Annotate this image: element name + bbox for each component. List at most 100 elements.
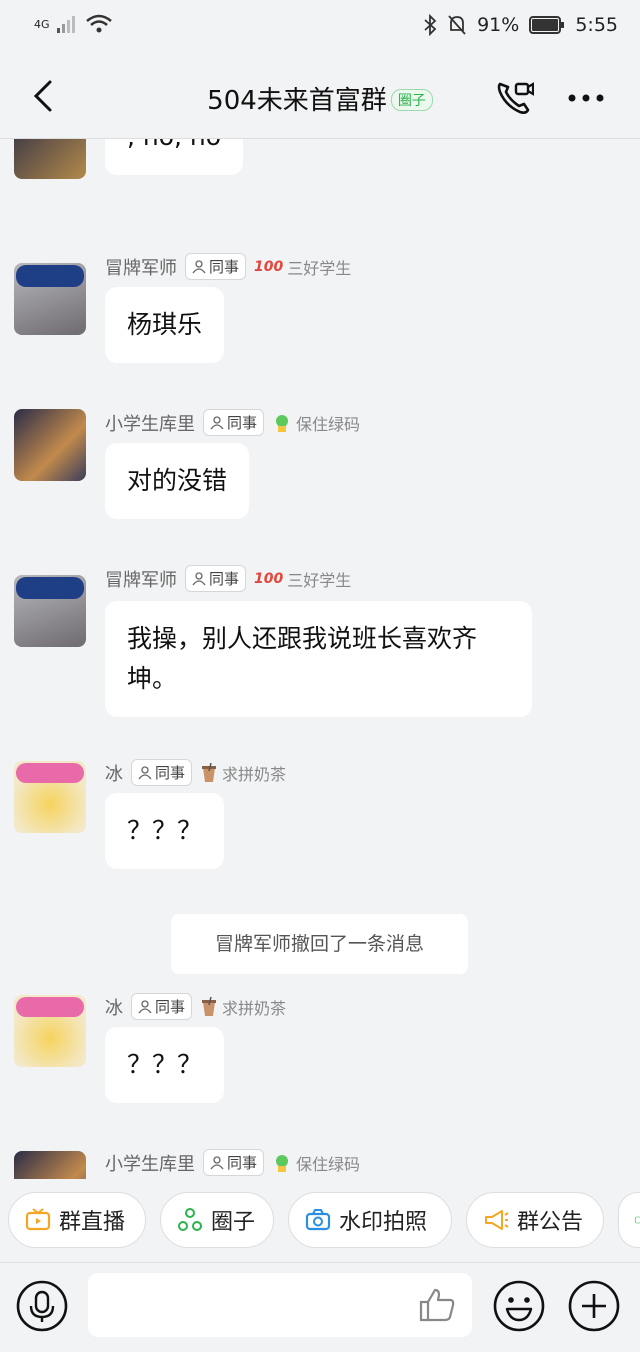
group-name: 504未来首富群 bbox=[207, 86, 387, 116]
plus-icon[interactable] bbox=[567, 1279, 621, 1333]
avatar[interactable] bbox=[14, 995, 86, 1067]
circle-icon bbox=[178, 1208, 202, 1231]
sender-name[interactable]: 小学生库里 bbox=[105, 410, 195, 436]
message-text: ？？？ bbox=[127, 816, 203, 845]
badge-label: 同事 bbox=[209, 258, 240, 276]
sender-meta: 冒牌军师 同事 100 三好学生 bbox=[105, 565, 351, 592]
coworker-badge: 同事 bbox=[185, 253, 247, 280]
avatar[interactable] bbox=[14, 761, 86, 833]
honor-title: 100 三好学生 bbox=[254, 255, 351, 279]
honor-title: 保住绿码 bbox=[272, 1151, 360, 1175]
avatar-sticker bbox=[16, 265, 84, 287]
hundred-points-icon: 100 bbox=[254, 570, 284, 587]
badge-label: 同事 bbox=[155, 998, 186, 1016]
avatar[interactable] bbox=[14, 575, 86, 647]
mute-bell-icon bbox=[448, 15, 466, 35]
network-label: 4G bbox=[34, 17, 50, 31]
chat-area[interactable]: , no, no 冒牌军师 同事 100 三好学生 杨琪乐 小学生库里 bbox=[0, 139, 640, 1179]
message-text: , no, no bbox=[127, 139, 221, 151]
quick-action-label: 群公告 bbox=[517, 1210, 584, 1235]
quick-action-label: 群直播 bbox=[59, 1210, 126, 1235]
honor-label: 三好学生 bbox=[287, 570, 352, 590]
avatar[interactable] bbox=[14, 263, 86, 335]
sender-name[interactable]: 冰 bbox=[105, 994, 123, 1020]
message-bubble[interactable]: ？？？ bbox=[105, 793, 225, 869]
video-call-icon[interactable] bbox=[494, 78, 534, 118]
badge-label: 同事 bbox=[227, 1154, 258, 1172]
honor-title: 100 三好学生 bbox=[254, 567, 351, 591]
sender-meta: 小学生库里 同事 保住绿码 bbox=[105, 1149, 360, 1176]
sender-name[interactable]: 冒牌军师 bbox=[105, 254, 177, 280]
message-bubble[interactable]: 对的没错 bbox=[105, 443, 250, 519]
honor-label: 保住绿码 bbox=[296, 414, 361, 434]
chat-header: 504未来首富群 圈子 bbox=[0, 56, 640, 139]
battery-icon bbox=[529, 16, 565, 34]
voice-icon[interactable] bbox=[15, 1279, 69, 1333]
coworker-icon bbox=[192, 259, 206, 273]
signal-area: 4G bbox=[34, 14, 112, 34]
recall-notice: 冒牌军师撤回了一条消息 bbox=[171, 914, 468, 974]
message-bubble[interactable]: 杨琪乐 bbox=[105, 287, 225, 363]
honor-label: 三好学生 bbox=[287, 258, 352, 278]
honor-label: 求拼奶茶 bbox=[222, 998, 287, 1018]
badge-label: 同事 bbox=[227, 414, 258, 432]
battery-percent: 91% bbox=[477, 14, 520, 36]
honor-title: 求拼奶茶 bbox=[200, 761, 286, 785]
clock: 5:55 bbox=[575, 14, 618, 36]
coworker-badge: 同事 bbox=[131, 993, 193, 1020]
wifi-icon bbox=[85, 14, 112, 33]
avatar-sticker bbox=[16, 763, 84, 783]
honor-label: 保住绿码 bbox=[296, 1154, 361, 1174]
sender-meta: 冰 同事 求拼奶茶 bbox=[105, 993, 286, 1020]
circle-tag[interactable]: 圈子 bbox=[390, 89, 433, 111]
thumbs-up-icon[interactable] bbox=[418, 1287, 456, 1323]
bluetooth-icon bbox=[424, 14, 437, 36]
coworker-badge: 同事 bbox=[203, 409, 265, 436]
megaphone-icon bbox=[485, 1210, 509, 1230]
sender-name[interactable]: 冰 bbox=[105, 760, 123, 786]
coworker-badge: 同事 bbox=[203, 1149, 265, 1176]
signal-icon bbox=[56, 16, 75, 33]
coworker-badge: 同事 bbox=[185, 565, 247, 592]
quick-action-label: 水印拍照 bbox=[339, 1210, 428, 1235]
coworker-badge: 同事 bbox=[131, 759, 193, 786]
sender-meta: 冰 同事 求拼奶茶 bbox=[105, 759, 286, 786]
message-text: ？？？ bbox=[127, 1050, 203, 1079]
camera-icon bbox=[305, 1209, 331, 1231]
more-icon[interactable] bbox=[566, 92, 606, 104]
group-announcement-button[interactable]: 群公告 bbox=[466, 1192, 604, 1248]
message-bubble[interactable]: 我操，别人还跟我说班长喜欢齐坤。 bbox=[105, 601, 532, 717]
coworker-icon bbox=[210, 1155, 224, 1169]
message-bubble[interactable]: ？？？ bbox=[105, 1027, 225, 1103]
coworker-icon bbox=[210, 415, 224, 429]
watermark-photo-button[interactable]: 水印拍照 bbox=[288, 1192, 452, 1248]
live-tv-icon bbox=[25, 1208, 51, 1231]
honor-title: 求拼奶茶 bbox=[200, 995, 286, 1019]
sender-name[interactable]: 小学生库里 bbox=[105, 1150, 195, 1176]
coworker-icon bbox=[192, 571, 206, 585]
sender-name[interactable]: 冒牌军师 bbox=[105, 566, 177, 592]
quick-action-label: 圈子 bbox=[211, 1210, 256, 1235]
emoji-icon[interactable] bbox=[492, 1279, 546, 1333]
circle-button[interactable]: 圈子 bbox=[160, 1192, 274, 1248]
group-live-button[interactable]: 群直播 bbox=[8, 1192, 146, 1248]
green-doc-icon bbox=[635, 1216, 640, 1224]
quick-actions-bar: 群直播 圈子 水印拍照 群公告 bbox=[0, 1180, 640, 1262]
group-title[interactable]: 504未来首富群 圈子 bbox=[0, 80, 640, 117]
status-bar: 4G 91% 5:55 bbox=[0, 0, 640, 56]
avatar[interactable] bbox=[14, 1151, 86, 1179]
avatar-sticker bbox=[16, 997, 84, 1017]
message-bubble[interactable]: , no, no bbox=[105, 139, 244, 175]
honor-title: 保住绿码 bbox=[272, 411, 360, 435]
avatar[interactable] bbox=[14, 409, 86, 481]
honor-label: 求拼奶茶 bbox=[222, 764, 287, 784]
message-text: 对的没错 bbox=[127, 466, 228, 495]
coworker-icon bbox=[138, 765, 152, 779]
more-quick-action-button[interactable] bbox=[618, 1192, 640, 1248]
avatar[interactable] bbox=[14, 139, 86, 179]
hundred-points-icon: 100 bbox=[254, 258, 284, 275]
input-bar bbox=[0, 1262, 640, 1352]
sender-meta: 冒牌军师 同事 100 三好学生 bbox=[105, 253, 351, 280]
message-input[interactable] bbox=[88, 1273, 472, 1337]
message-text: 我操，别人还跟我说班长喜欢齐坤。 bbox=[127, 624, 478, 693]
